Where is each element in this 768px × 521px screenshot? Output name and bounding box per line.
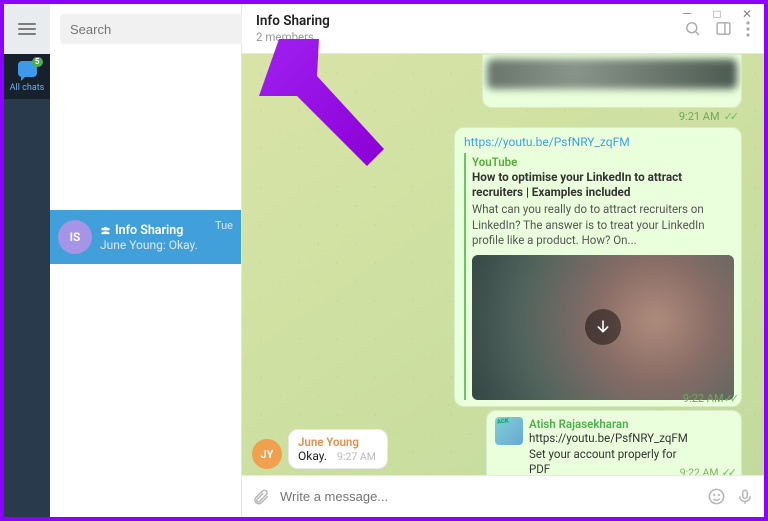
preview-site: YouTube xyxy=(472,155,732,169)
window-maximize[interactable]: □ xyxy=(706,4,728,24)
chat-preview: June Young: Okay. xyxy=(100,238,215,252)
attach-icon[interactable] xyxy=(252,488,270,506)
preview-description: What can you really do to attract recrui… xyxy=(472,202,732,249)
message-text: Okay. xyxy=(298,449,327,463)
read-ticks-icon: ✓✓ xyxy=(722,466,734,475)
app-window: — □ ✕ 5 All chats IS xyxy=(4,4,764,517)
preview-title: How to optimise your LinkedIn to attract… xyxy=(472,170,732,200)
play-icon xyxy=(585,309,621,345)
window-minimize[interactable]: — xyxy=(676,4,698,24)
forward-line: Set your account properly for PDF xyxy=(529,447,693,475)
chat-header-title-area[interactable]: Info Sharing 2 members xyxy=(256,13,684,44)
emoji-icon[interactable] xyxy=(707,487,726,506)
forward-sender: Atish Rajasekharan xyxy=(529,417,693,431)
message-media[interactable] xyxy=(482,54,742,108)
chat-icon: 5 xyxy=(18,61,37,77)
left-rail: 5 All chats xyxy=(4,4,50,517)
voice-icon[interactable] xyxy=(736,488,754,506)
chat-date: Tue xyxy=(215,219,233,232)
message-forward[interactable]: Atish Rajasekharan https://youtu.be/PsfN… xyxy=(486,410,742,475)
chat-subtitle: 2 members xyxy=(256,30,684,44)
message-input[interactable] xyxy=(280,489,697,504)
compose-bar xyxy=(242,475,764,517)
unread-badge: 5 xyxy=(32,57,43,67)
forward-line: https://youtu.be/PsfNRY_zqFM xyxy=(529,431,693,447)
message-bubble[interactable]: June Young Okay. 9:27 AM xyxy=(288,429,388,469)
message-time: 9:22 AM✓✓ xyxy=(680,466,734,475)
incoming-message: JY June Young Okay. 9:27 AM xyxy=(252,429,388,469)
message-time: 9:21 AM✓✓ xyxy=(679,110,736,123)
sender-name: June Young xyxy=(298,435,378,449)
all-chats-tab[interactable]: 5 All chats xyxy=(4,54,50,99)
video-thumbnail xyxy=(487,59,737,89)
conversation-pane: Info Sharing 2 members 9:21 xyxy=(242,4,764,517)
search-input[interactable] xyxy=(60,14,256,44)
chat-title: Info Sharing xyxy=(256,13,684,29)
read-ticks-icon: ✓✓ xyxy=(724,392,736,405)
group-icon xyxy=(100,225,111,236)
message-time: 9:27 AM xyxy=(337,450,376,463)
preview-thumbnail[interactable] xyxy=(472,255,734,400)
message-link-preview[interactable]: https://youtu.be/PsfNRY_zqFM YouTube How… xyxy=(454,127,742,407)
read-ticks-icon: ✓✓ xyxy=(724,110,736,123)
forward-thumbnail xyxy=(495,417,523,445)
message-time: 9:22 AM✓✓ xyxy=(683,392,736,405)
avatar: IS xyxy=(58,220,92,254)
hamburger-icon xyxy=(18,28,36,30)
chat-list-item[interactable]: IS Info Sharing June Young: Okay. Tue xyxy=(50,210,241,264)
window-controls: — □ ✕ xyxy=(676,4,758,24)
main-menu-button[interactable] xyxy=(4,4,50,54)
avatar: JY xyxy=(252,439,282,469)
all-chats-label: All chats xyxy=(4,83,50,93)
chat-list-pane: IS Info Sharing June Young: Okay. Tue xyxy=(50,4,242,517)
message-link[interactable]: https://youtu.be/PsfNRY_zqFM xyxy=(464,135,630,149)
chat-name: Info Sharing xyxy=(115,223,183,238)
window-close[interactable]: ✕ xyxy=(736,4,758,24)
